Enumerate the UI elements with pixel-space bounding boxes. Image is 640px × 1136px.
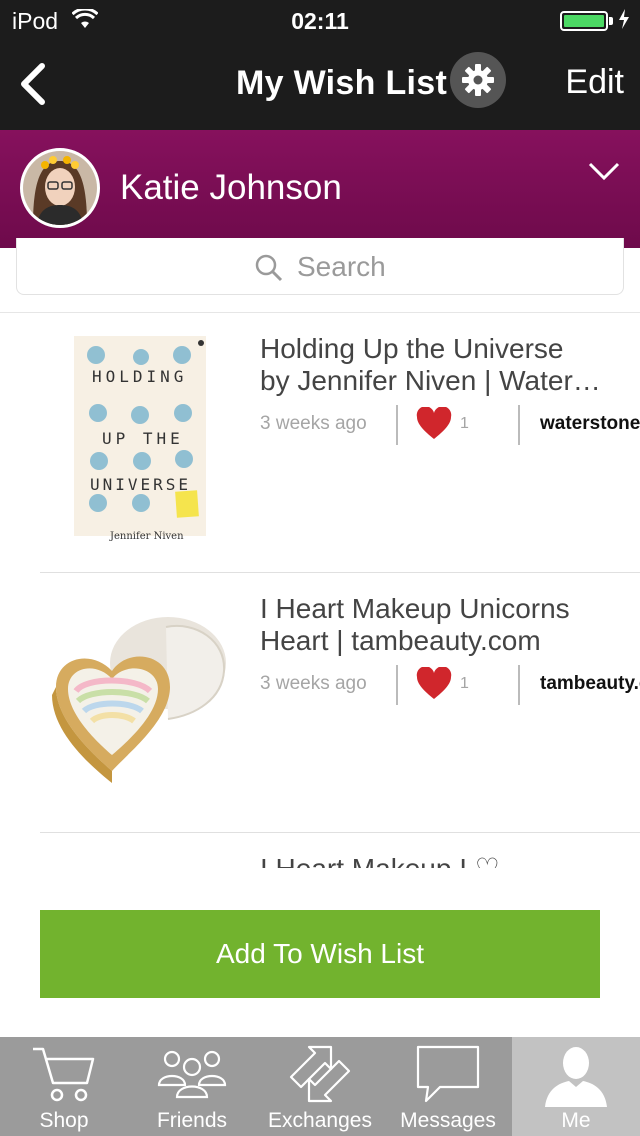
tab-shop[interactable]: Shop <box>0 1037 128 1136</box>
chevron-down-icon <box>588 162 620 181</box>
edit-button[interactable]: Edit <box>565 63 624 102</box>
tab-label: Messages <box>400 1109 496 1132</box>
chevron-left-icon <box>21 63 45 105</box>
item-title[interactable]: I Heart Makeup Unicorns Heart | tambeaut… <box>260 593 640 657</box>
item-meta: 3 weeks ago 1 waterstones.com <box>260 405 640 445</box>
gear-icon <box>462 64 494 96</box>
tab-bar: Shop Friends Exchanges Messages Me <box>0 1037 640 1136</box>
item-title-line-2: by Jennifer Niven | Water… <box>260 365 601 396</box>
store-link[interactable]: tambeauty.com <box>540 673 640 695</box>
heart-icon[interactable] <box>416 406 452 446</box>
book-author: Jennifer Niven <box>110 531 184 542</box>
message-bubble-icon <box>384 1043 512 1105</box>
user-dropdown-toggle[interactable] <box>588 160 620 189</box>
settings-button[interactable] <box>450 52 506 108</box>
wishlist-item[interactable]: I Heart Makeup Unicorns Heart | tambeaut… <box>0 573 640 833</box>
store-link[interactable]: waterstones.com <box>540 413 640 435</box>
tab-me[interactable]: Me <box>512 1037 640 1136</box>
person-icon <box>512 1043 640 1107</box>
tab-label: Me <box>561 1109 591 1132</box>
tab-friends[interactable]: Friends <box>128 1037 256 1136</box>
item-title-line-1: I Heart Makeup Unicorns <box>260 593 570 624</box>
item-time: 3 weeks ago <box>260 673 367 694</box>
back-button[interactable] <box>14 62 54 106</box>
exchange-arrows-icon <box>256 1043 384 1105</box>
charging-bolt-icon <box>618 9 630 34</box>
page-title: My Wish List <box>236 64 448 102</box>
user-name: Katie Johnson <box>120 168 342 207</box>
like-count: 1 <box>460 675 469 692</box>
partial-item-title[interactable]: I Heart Makeup I ♡ <box>260 852 500 868</box>
avatar <box>20 148 100 228</box>
tab-exchanges[interactable]: Exchanges <box>256 1037 384 1136</box>
divider <box>396 405 398 445</box>
add-to-wish-list-button[interactable]: Add To Wish List <box>40 910 600 998</box>
divider <box>396 665 398 705</box>
item-meta: 3 weeks ago 1 tambeauty.com <box>260 665 640 705</box>
item-title[interactable]: Holding Up the Universe by Jennifer Nive… <box>260 333 640 397</box>
search-field[interactable]: Search <box>16 238 624 295</box>
top-bar: iPod 02:11 My Wish List Edit <box>0 0 640 130</box>
book-word-1: HOLDING <box>92 367 188 386</box>
item-title-line-2: Heart | tambeauty.com <box>260 625 541 656</box>
tab-messages[interactable]: Messages <box>384 1037 512 1136</box>
friends-icon <box>128 1043 256 1103</box>
tab-label: Shop <box>39 1109 89 1132</box>
search-icon <box>255 254 283 287</box>
tab-label: Exchanges <box>268 1109 372 1132</box>
status-bar: iPod 02:11 <box>0 0 640 40</box>
user-header[interactable]: Katie Johnson <box>0 130 640 248</box>
heart-icon[interactable] <box>416 666 452 706</box>
tab-label: Friends <box>156 1109 228 1132</box>
item-separator <box>40 832 640 833</box>
divider <box>518 405 520 445</box>
like-count: 1 <box>460 415 469 432</box>
battery-icon <box>560 11 608 31</box>
item-time: 3 weeks ago <box>260 413 367 434</box>
search-placeholder: Search <box>297 251 386 282</box>
cart-icon <box>0 1043 128 1103</box>
battery-cap <box>609 17 613 25</box>
item-title-line-1: Holding Up the Universe <box>260 333 564 364</box>
book-word-2: UP THE <box>102 429 184 448</box>
book-word-3: UNIVERSE <box>90 475 192 494</box>
status-time: 02:11 <box>291 8 349 34</box>
product-image <box>46 591 234 796</box>
wishlist-item[interactable]: HOLDING UP THE UNIVERSE Jennifer Niven H… <box>0 313 640 573</box>
book-cover-image: HOLDING UP THE UNIVERSE Jennifer Niven <box>46 331 234 542</box>
divider <box>518 665 520 705</box>
